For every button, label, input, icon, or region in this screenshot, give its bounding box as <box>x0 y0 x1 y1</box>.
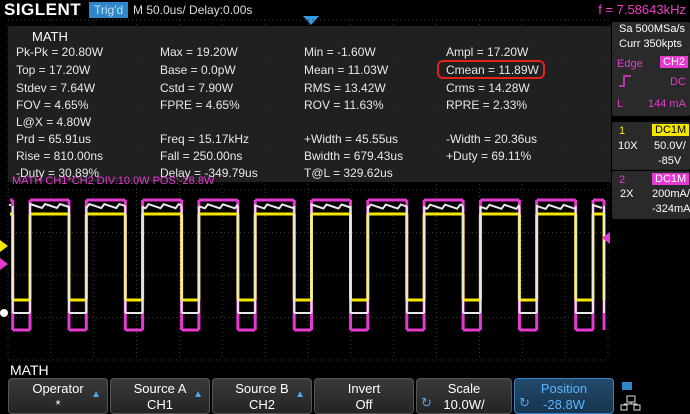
measurement-value: L@X = 4.80W <box>16 115 92 129</box>
measurement-value: Pk-Pk = 20.80W <box>16 45 104 59</box>
rotary-knob-icon: ↻ <box>421 395 432 410</box>
invert-value: Off <box>355 397 373 412</box>
math-function-label: MATH CH1*CH2 DIV:10.0W POS:-28.8W <box>12 175 215 187</box>
cmean-highlight-box <box>437 60 545 79</box>
source-a-button[interactable]: Source A CH1 ▲ <box>110 378 210 414</box>
position-label: Position <box>540 381 588 396</box>
trigger-coupling: DC <box>670 76 686 88</box>
position-button[interactable]: Position -28.8W ↻ <box>514 378 614 414</box>
operator-button[interactable]: Operator * ▲ <box>8 378 108 414</box>
measurement-value: RMS = 13.42W <box>304 81 386 95</box>
ch1-number: 1 <box>619 125 626 137</box>
measurement-value: FPRE = 4.65% <box>160 98 240 112</box>
trigger-type: Edge <box>617 58 643 70</box>
measurement-value: Mean = 11.03W <box>304 63 389 77</box>
measurement-value: Prd = 65.91us <box>16 132 92 146</box>
ch2-offset-marker-icon[interactable] <box>0 258 8 270</box>
ch1-scale: 50.0V/ <box>654 140 686 152</box>
ch1-offset: -85V <box>658 155 682 167</box>
rotary-knob-icon: ↻ <box>519 395 530 410</box>
measurement-value: Fall = 250.00ns <box>160 149 243 163</box>
measurement-value: Crms = 14.28W <box>446 81 530 95</box>
ch1-waveform <box>10 212 606 302</box>
ch2-number: 2 <box>619 174 626 186</box>
measurement-value: Ampl = 17.20W <box>446 45 529 59</box>
measurement-value: Base = 0.0pW <box>160 63 236 77</box>
chevron-up-icon: ▲ <box>295 389 305 400</box>
measurement-value: Max = 19.20W <box>160 45 238 59</box>
scale-button[interactable]: Scale 10.0W/ ↻ <box>416 378 512 414</box>
trigger-level-value: 144 mA <box>648 98 686 110</box>
trigger-source-badge: CH2 <box>660 56 689 68</box>
measurement-value: Rise = 810.00ns <box>16 149 104 163</box>
measurement-panel: MATH Pk-Pk = 20.80W Max = 19.20W Min = -1.… <box>8 26 611 182</box>
measurement-value: ROV = 11.63% <box>304 98 384 112</box>
ch2-scale: 200mA/ <box>652 188 690 200</box>
measurement-value: -Width = 20.36us <box>446 132 538 146</box>
softkey-menu: Operator * ▲ Source A CH1 ▲ Source B CH2… <box>0 378 690 414</box>
chevron-up-icon: ▲ <box>193 389 203 400</box>
ch2-offset: -324mA <box>652 203 690 215</box>
rising-edge-icon <box>618 74 632 91</box>
ch2-waveform <box>10 198 606 332</box>
ch1-offset-marker-icon[interactable] <box>0 240 8 252</box>
memory-depth: Curr 350kpts <box>619 38 682 50</box>
measurement-panel-title: MATH <box>32 29 68 44</box>
measurement-value: Freq = 15.17kHz <box>160 132 250 146</box>
invert-label: Invert <box>347 381 381 396</box>
measurement-value: Bwidth = 679.43us <box>304 149 404 163</box>
math-position-marker-icon[interactable] <box>0 309 8 317</box>
ch1-probe: 10X <box>618 140 638 152</box>
measurement-value: T@L = 329.62us <box>304 166 393 180</box>
measurement-value: RPRE = 2.33% <box>446 98 528 112</box>
network-icon <box>620 382 641 411</box>
math-waveform <box>9 202 605 314</box>
invert-button[interactable]: Invert Off <box>314 378 414 414</box>
right-info-panel: Sa 500MSa/s Curr 350kpts Edge CH2 DC L 1… <box>612 18 690 380</box>
measurement-value: +Width = 45.55us <box>304 132 399 146</box>
scale-label: Scale <box>447 381 481 396</box>
measurement-value: Min = -1.60W <box>304 45 376 59</box>
trigger-level-label: L <box>617 98 624 110</box>
measurement-value: Top = 17.20W <box>16 63 91 77</box>
measurement-value: FOV = 4.65% <box>16 98 89 112</box>
sample-rate: Sa 500MSa/s <box>619 23 686 35</box>
ch1-coupling-badge: DC1M <box>652 124 690 136</box>
menu-title: MATH <box>10 362 49 378</box>
ch2-coupling-badge: DC1M <box>652 173 690 185</box>
measurement-value: +Duty = 69.11% <box>446 149 532 163</box>
chevron-up-icon: ▲ <box>91 389 101 400</box>
source-b-button[interactable]: Source B CH2 ▲ <box>212 378 312 414</box>
measurement-value: Cstd = 7.90W <box>160 81 234 95</box>
ch2-probe: 2X <box>620 188 634 200</box>
measurement-value: Stdev = 7.64W <box>16 81 96 95</box>
